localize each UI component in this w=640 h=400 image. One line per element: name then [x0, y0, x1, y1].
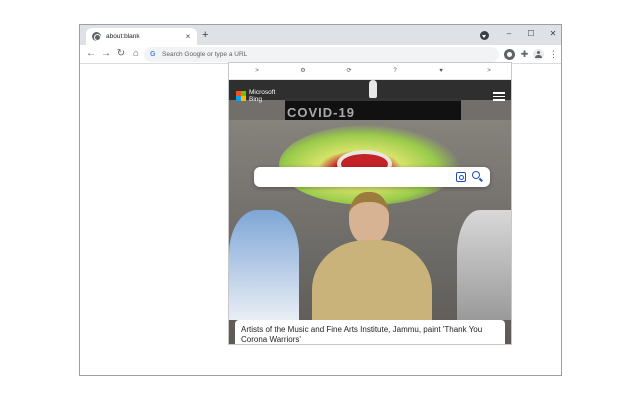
- bg-painted-officer-head: [349, 192, 389, 244]
- bg-painted-person: [457, 210, 511, 320]
- image-caption[interactable]: Artists of the Music and Fine Arts Insti…: [235, 320, 505, 344]
- profile-icon[interactable]: [480, 31, 489, 40]
- tab-about-blank[interactable]: about:blank ×: [86, 28, 197, 45]
- browser-window: about:blank × + – ☐ ✕ ← → ↻ ⌂ G ✚ ⋮ > ⚙ …: [79, 24, 562, 376]
- tab-title: about:blank: [106, 33, 140, 40]
- menu-icon[interactable]: ⋮: [548, 49, 559, 60]
- bg-painted-doctor: [229, 210, 299, 320]
- forward-arrow-icon[interactable]: →: [99, 47, 113, 61]
- close-icon[interactable]: ×: [183, 32, 193, 41]
- globe-icon: [92, 32, 101, 41]
- caption-text: Artists of the Music and Fine Arts Insti…: [241, 325, 483, 344]
- plus-icon[interactable]: +: [202, 30, 208, 41]
- popup-nav-bar: > ⚙ ⟳ ? ♥ >: [229, 63, 511, 80]
- settings-icon[interactable]: ⚙: [297, 66, 309, 77]
- heart-icon[interactable]: ♥: [435, 66, 447, 77]
- chevron-right-icon[interactable]: >: [483, 66, 495, 77]
- google-icon: G: [150, 51, 156, 58]
- painted-text: COVID-19: [287, 105, 355, 120]
- search-input[interactable]: [262, 170, 452, 184]
- chevron-right-icon[interactable]: >: [251, 66, 263, 77]
- puzzle-icon[interactable]: ✚: [519, 49, 530, 60]
- omnibox[interactable]: G: [144, 47, 499, 62]
- tab-strip: about:blank × + – ☐ ✕: [80, 25, 561, 45]
- refresh-icon[interactable]: ⟳: [343, 66, 355, 77]
- minimize-button[interactable]: –: [502, 28, 516, 40]
- background-image: COVID-19 Microsoft Bing Artists of the M…: [229, 80, 511, 344]
- close-window-button[interactable]: ✕: [546, 28, 560, 40]
- brand-microsoft: Microsoft: [249, 89, 276, 96]
- bing-logo[interactable]: Microsoft Bing: [236, 89, 275, 103]
- hamburger-icon[interactable]: [493, 92, 505, 101]
- search-icon[interactable]: [472, 171, 480, 179]
- home-icon[interactable]: ⌂: [129, 47, 143, 61]
- account-icon[interactable]: [533, 49, 544, 60]
- address-input[interactable]: [162, 51, 462, 58]
- extension-icon[interactable]: [504, 49, 515, 60]
- bg-fountain: [369, 80, 377, 98]
- reload-icon[interactable]: ↻: [114, 47, 128, 61]
- brand-bing: Bing: [249, 96, 263, 103]
- help-icon[interactable]: ?: [389, 66, 401, 77]
- microsoft-logo-icon: [236, 91, 246, 101]
- extension-popup: > ⚙ ⟳ ? ♥ > COVID-19 Microsoft Bing Arti…: [228, 62, 512, 345]
- search-box: [254, 167, 490, 187]
- brand-name: Microsoft Bing: [249, 89, 275, 103]
- visual-search-icon[interactable]: [456, 172, 466, 182]
- back-arrow-icon[interactable]: ←: [84, 47, 98, 61]
- maximize-button[interactable]: ☐: [524, 28, 538, 40]
